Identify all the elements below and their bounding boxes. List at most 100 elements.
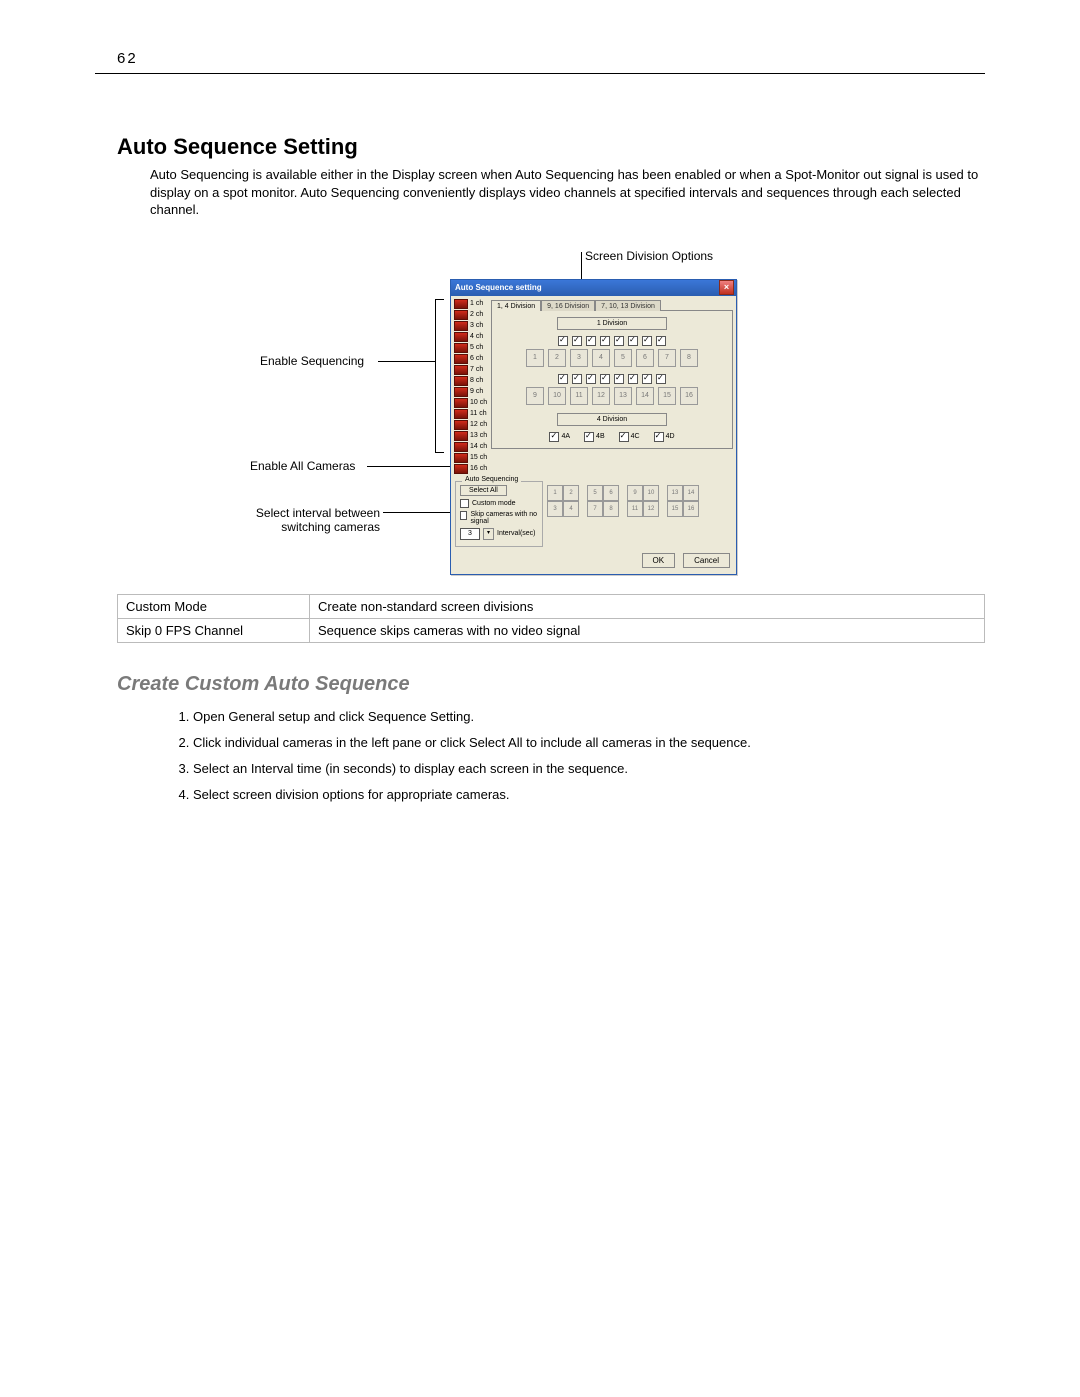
auto-sequencing-group: Auto Sequencing Select All Custom mode S… <box>455 481 543 547</box>
table-row: Custom Mode Create non-standard screen d… <box>118 594 985 618</box>
channel-number-button[interactable]: 12 <box>592 387 610 405</box>
quad-checkbox[interactable] <box>584 432 594 442</box>
channel-label: 7 ch <box>470 366 483 373</box>
channel-number-button[interactable]: 10 <box>548 387 566 405</box>
channel-checkbox[interactable] <box>628 374 638 384</box>
channel-checkbox[interactable] <box>572 336 582 346</box>
option-name: Skip 0 FPS Channel <box>118 618 310 642</box>
ch-row-1-buttons: 12345678 <box>498 349 726 367</box>
channel-checkbox[interactable] <box>642 336 652 346</box>
channel-number-button[interactable]: 9 <box>526 387 544 405</box>
channel-checkbox[interactable] <box>558 374 568 384</box>
channel-toggle[interactable]: 10 ch <box>454 398 488 408</box>
channel-toggle[interactable]: 5 ch <box>454 343 488 353</box>
channel-checkbox[interactable] <box>628 336 638 346</box>
channel-checkbox[interactable] <box>572 374 582 384</box>
quad-checkbox[interactable] <box>619 432 629 442</box>
quad-preview[interactable]: 9101112 <box>627 485 659 517</box>
custom-mode-checkbox[interactable]: Custom mode <box>460 499 538 508</box>
channel-number-button[interactable]: 5 <box>614 349 632 367</box>
tab-pane: 1 Division 12345678 910111213141516 4 Di… <box>491 310 733 449</box>
channel-label: 4 ch <box>470 333 483 340</box>
channel-toggle[interactable]: 1 ch <box>454 299 488 309</box>
tab-9-16-division[interactable]: 9, 16 Division <box>541 300 595 311</box>
channel-toggle[interactable]: 14 ch <box>454 442 488 452</box>
skip-no-signal-checkbox[interactable]: Skip cameras with no signal <box>460 511 538 525</box>
quad-preview[interactable]: 1234 <box>547 485 579 517</box>
channel-checkbox[interactable] <box>642 374 652 384</box>
option-name: Custom Mode <box>118 594 310 618</box>
channel-number-button[interactable]: 3 <box>570 349 588 367</box>
channel-button-icon <box>454 453 468 463</box>
section-title: Auto Sequence Setting <box>117 134 985 160</box>
channel-checkbox[interactable] <box>558 336 568 346</box>
channel-toggle[interactable]: 9 ch <box>454 387 488 397</box>
quad-preview[interactable]: 5678 <box>587 485 619 517</box>
tab-strip: 1, 4 Division 9, 16 Division 7, 10, 13 D… <box>491 299 733 310</box>
channel-button-icon <box>454 442 468 452</box>
header-rule <box>95 73 985 74</box>
channel-button-icon <box>454 431 468 441</box>
checkbox-icon <box>460 511 467 520</box>
channel-number-button[interactable]: 2 <box>548 349 566 367</box>
channel-toggle[interactable]: 6 ch <box>454 354 488 364</box>
subsection-title: Create Custom Auto Sequence <box>117 673 985 696</box>
channel-toggle[interactable]: 16 ch <box>454 464 488 474</box>
channel-label: 8 ch <box>470 377 483 384</box>
channel-number-button[interactable]: 14 <box>636 387 654 405</box>
interval-input[interactable]: 3 <box>460 528 480 540</box>
select-all-button[interactable]: Select All <box>460 485 507 496</box>
quad-checkbox[interactable] <box>654 432 664 442</box>
channel-checkbox[interactable] <box>614 374 624 384</box>
close-icon[interactable]: × <box>719 280 734 295</box>
channel-number-button[interactable]: 1 <box>526 349 544 367</box>
ok-button[interactable]: OK <box>642 553 676 568</box>
dropdown-icon[interactable]: ▾ <box>483 528 494 540</box>
channel-toggle[interactable]: 2 ch <box>454 310 488 320</box>
channel-toggle[interactable]: 3 ch <box>454 321 488 331</box>
channel-button-icon <box>454 321 468 331</box>
channel-toggle[interactable]: 11 ch <box>454 409 488 419</box>
channel-number-button[interactable]: 16 <box>680 387 698 405</box>
quad-label: 4D <box>666 433 675 440</box>
channel-number-button[interactable]: 11 <box>570 387 588 405</box>
channel-label: 12 ch <box>470 421 487 428</box>
channel-checkbox[interactable] <box>614 336 624 346</box>
channel-checkbox[interactable] <box>600 374 610 384</box>
channel-number-button[interactable]: 4 <box>592 349 610 367</box>
channel-button-icon <box>454 310 468 320</box>
tab-1-4-division[interactable]: 1, 4 Division <box>491 300 541 311</box>
channel-checkbox[interactable] <box>656 374 666 384</box>
channel-button-icon <box>454 332 468 342</box>
ch-row-2-checks <box>498 374 726 384</box>
group-1-division: 1 Division <box>557 317 667 330</box>
channel-checkbox[interactable] <box>586 374 596 384</box>
channel-button-icon <box>454 420 468 430</box>
page-number: 62 <box>117 50 985 67</box>
ch-row-2-buttons: 910111213141516 <box>498 387 726 405</box>
channel-number-button[interactable]: 8 <box>680 349 698 367</box>
quad-preview[interactable]: 13141516 <box>667 485 699 517</box>
quad-checkbox[interactable] <box>549 432 559 442</box>
channel-toggle[interactable]: 4 ch <box>454 332 488 342</box>
channel-checkbox[interactable] <box>656 336 666 346</box>
channel-toggle[interactable]: 13 ch <box>454 431 488 441</box>
channel-button-icon <box>454 376 468 386</box>
channel-toggle[interactable]: 8 ch <box>454 376 488 386</box>
channel-number-button[interactable]: 13 <box>614 387 632 405</box>
channel-number-button[interactable]: 7 <box>658 349 676 367</box>
quad-row: 4A4B4C4D <box>498 432 726 442</box>
cancel-button[interactable]: Cancel <box>683 553 730 568</box>
channel-button-icon <box>454 409 468 419</box>
channel-toggle[interactable]: 12 ch <box>454 420 488 430</box>
channel-label: 9 ch <box>470 388 483 395</box>
channel-label: 13 ch <box>470 432 487 439</box>
channel-checkbox[interactable] <box>586 336 596 346</box>
tab-7-10-13-division[interactable]: 7, 10, 13 Division <box>595 300 661 311</box>
channel-toggle[interactable]: 7 ch <box>454 365 488 375</box>
channel-toggle[interactable]: 15 ch <box>454 453 488 463</box>
channel-checkbox[interactable] <box>600 336 610 346</box>
channel-label: 6 ch <box>470 355 483 362</box>
channel-number-button[interactable]: 6 <box>636 349 654 367</box>
channel-number-button[interactable]: 15 <box>658 387 676 405</box>
